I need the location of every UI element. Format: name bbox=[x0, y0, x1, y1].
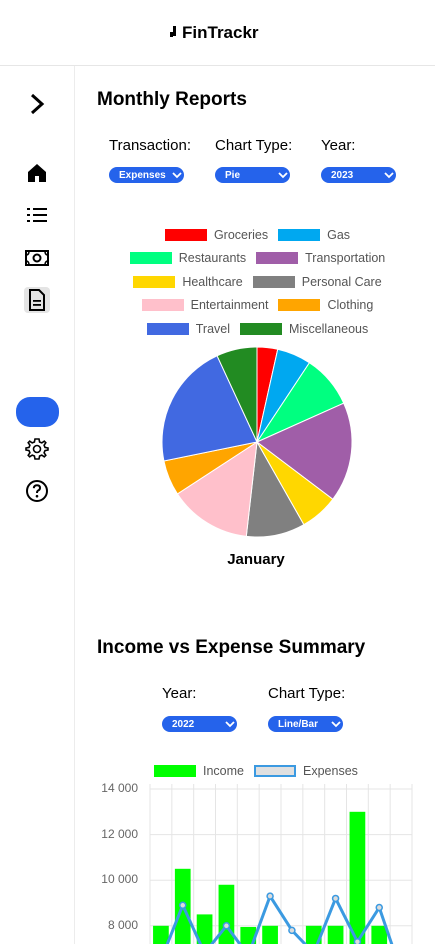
legend-row: Groceries Gas bbox=[40, 228, 435, 242]
legend-label: Expenses bbox=[303, 764, 358, 778]
year-label: Year: bbox=[321, 137, 356, 154]
summary-year-select[interactable]: 2022 bbox=[162, 716, 237, 732]
legend-item[interactable]: Entertainment bbox=[141, 298, 269, 313]
sidebar-item-settings[interactable] bbox=[24, 436, 50, 462]
y-tick-label: 8 000 bbox=[107, 917, 138, 932]
legend-row: Entertainment Clothing bbox=[40, 298, 435, 312]
legend-item[interactable]: Restaurants bbox=[129, 251, 247, 266]
transaction-select-value: Expenses bbox=[119, 169, 166, 181]
legend-label: Entertainment bbox=[190, 298, 269, 313]
expenses-point[interactable] bbox=[266, 892, 274, 900]
chevron-down-icon bbox=[170, 167, 184, 183]
chart-type-select[interactable]: Pie bbox=[215, 167, 290, 183]
legend-label: Travel bbox=[195, 321, 231, 336]
home-icon bbox=[28, 164, 46, 182]
chevron-right-icon bbox=[30, 93, 45, 115]
income-expense-chart bbox=[149, 784, 413, 944]
sidebar-item-help[interactable] bbox=[24, 478, 50, 504]
help-icon bbox=[26, 480, 48, 502]
y-tick-label: 10 000 bbox=[101, 872, 138, 887]
income-bar[interactable] bbox=[327, 925, 344, 944]
legend-item[interactable]: Personal Care bbox=[252, 274, 382, 289]
legend-item[interactable]: Groceries bbox=[164, 228, 269, 242]
sidebar bbox=[0, 66, 75, 944]
summary-chart-type-label: Chart Type: bbox=[268, 685, 346, 702]
chevron-down-icon bbox=[382, 167, 396, 183]
legend-label: Groceries bbox=[213, 228, 269, 242]
transaction-label: Transaction: bbox=[109, 137, 191, 154]
bar-legend: Income Expenses bbox=[154, 764, 358, 778]
chart-type-label: Chart Type: bbox=[215, 137, 293, 154]
legend-item[interactable]: Gas bbox=[278, 228, 350, 242]
legend-label: Personal Care bbox=[301, 274, 382, 289]
legend-label: Healthcare bbox=[182, 274, 243, 289]
y-tick-label: 14 000 bbox=[101, 781, 138, 795]
legend-item-income[interactable]: Income bbox=[154, 764, 244, 778]
expenses-point[interactable] bbox=[222, 922, 231, 930]
sidebar-item-transactions[interactable] bbox=[24, 202, 50, 228]
year-select[interactable]: 2023 bbox=[321, 167, 396, 183]
legend-label: Clothing bbox=[327, 298, 374, 313]
legend-label: Restaurants bbox=[178, 251, 247, 266]
chart-type-select-value: Pie bbox=[225, 169, 241, 181]
y-tick-label: 12 000 bbox=[101, 826, 138, 841]
legend-item[interactable]: Clothing bbox=[278, 298, 373, 312]
theme-toggle[interactable] bbox=[16, 397, 59, 427]
chevron-down-icon bbox=[329, 716, 343, 732]
expenses-point[interactable] bbox=[179, 901, 187, 910]
summary-year-select-value: 2022 bbox=[172, 718, 195, 730]
chevron-down-icon bbox=[276, 167, 290, 183]
legend-swatch bbox=[146, 322, 189, 335]
legend-swatch bbox=[164, 229, 207, 241]
expand-sidebar-button[interactable] bbox=[24, 91, 50, 117]
legend-item-expenses[interactable]: Expenses bbox=[254, 764, 358, 778]
expenses-point[interactable] bbox=[331, 894, 340, 903]
app-logo[interactable]: FinTrackr bbox=[170, 23, 259, 43]
pie-caption: January bbox=[227, 551, 285, 568]
legend-row: Travel Miscellaneous bbox=[40, 322, 435, 336]
legend-swatch bbox=[278, 299, 321, 312]
list-icon bbox=[27, 208, 47, 222]
year-select-value: 2023 bbox=[331, 169, 354, 181]
legend-swatch bbox=[240, 322, 283, 335]
chevron-down-icon bbox=[223, 716, 237, 732]
income-bar[interactable] bbox=[371, 925, 388, 944]
transaction-select[interactable]: Expenses bbox=[109, 167, 184, 183]
legend-label: Transportation bbox=[305, 251, 386, 266]
legend-swatch bbox=[254, 765, 296, 777]
app-header: FinTrackr bbox=[0, 0, 435, 66]
legend-label: Gas bbox=[327, 228, 351, 242]
legend-swatch bbox=[129, 252, 172, 265]
legend-swatch bbox=[141, 299, 184, 312]
monthly-reports-title: Monthly Reports bbox=[97, 89, 247, 110]
legend-item[interactable]: Miscellaneous bbox=[240, 322, 368, 336]
expenses-point[interactable] bbox=[353, 938, 362, 944]
pie-chart bbox=[157, 342, 357, 547]
legend-swatch bbox=[154, 765, 196, 777]
expenses-point[interactable] bbox=[375, 903, 383, 912]
sidebar-item-home[interactable] bbox=[24, 160, 50, 186]
legend-swatch bbox=[133, 275, 176, 288]
income-bar[interactable] bbox=[262, 925, 278, 944]
legend-row: Restaurants Transportation bbox=[40, 251, 435, 265]
gear-icon bbox=[25, 438, 49, 460]
legend-item[interactable]: Travel bbox=[146, 321, 231, 336]
app-name: FinTrackr bbox=[182, 23, 259, 42]
summary-chart-type-select-value: Line/Bar bbox=[278, 718, 319, 730]
legend-row: Healthcare Personal Care bbox=[40, 275, 435, 289]
legend-swatch bbox=[278, 229, 321, 241]
legend-label: Miscellaneous bbox=[289, 321, 369, 336]
summary-chart-type-select[interactable]: Line/Bar bbox=[268, 716, 343, 732]
expenses-point[interactable] bbox=[288, 926, 296, 935]
legend-item[interactable]: Healthcare bbox=[133, 274, 243, 289]
legend-swatch bbox=[252, 275, 295, 288]
legend-swatch bbox=[256, 252, 299, 265]
income-bar[interactable] bbox=[349, 811, 366, 944]
legend-label: Income bbox=[203, 764, 244, 778]
summary-title: Income vs Expense Summary bbox=[97, 637, 366, 658]
legend-item[interactable]: Transportation bbox=[256, 251, 385, 265]
logo-icon bbox=[170, 26, 178, 40]
income-bar[interactable] bbox=[153, 925, 169, 944]
summary-year-label: Year: bbox=[162, 685, 197, 702]
